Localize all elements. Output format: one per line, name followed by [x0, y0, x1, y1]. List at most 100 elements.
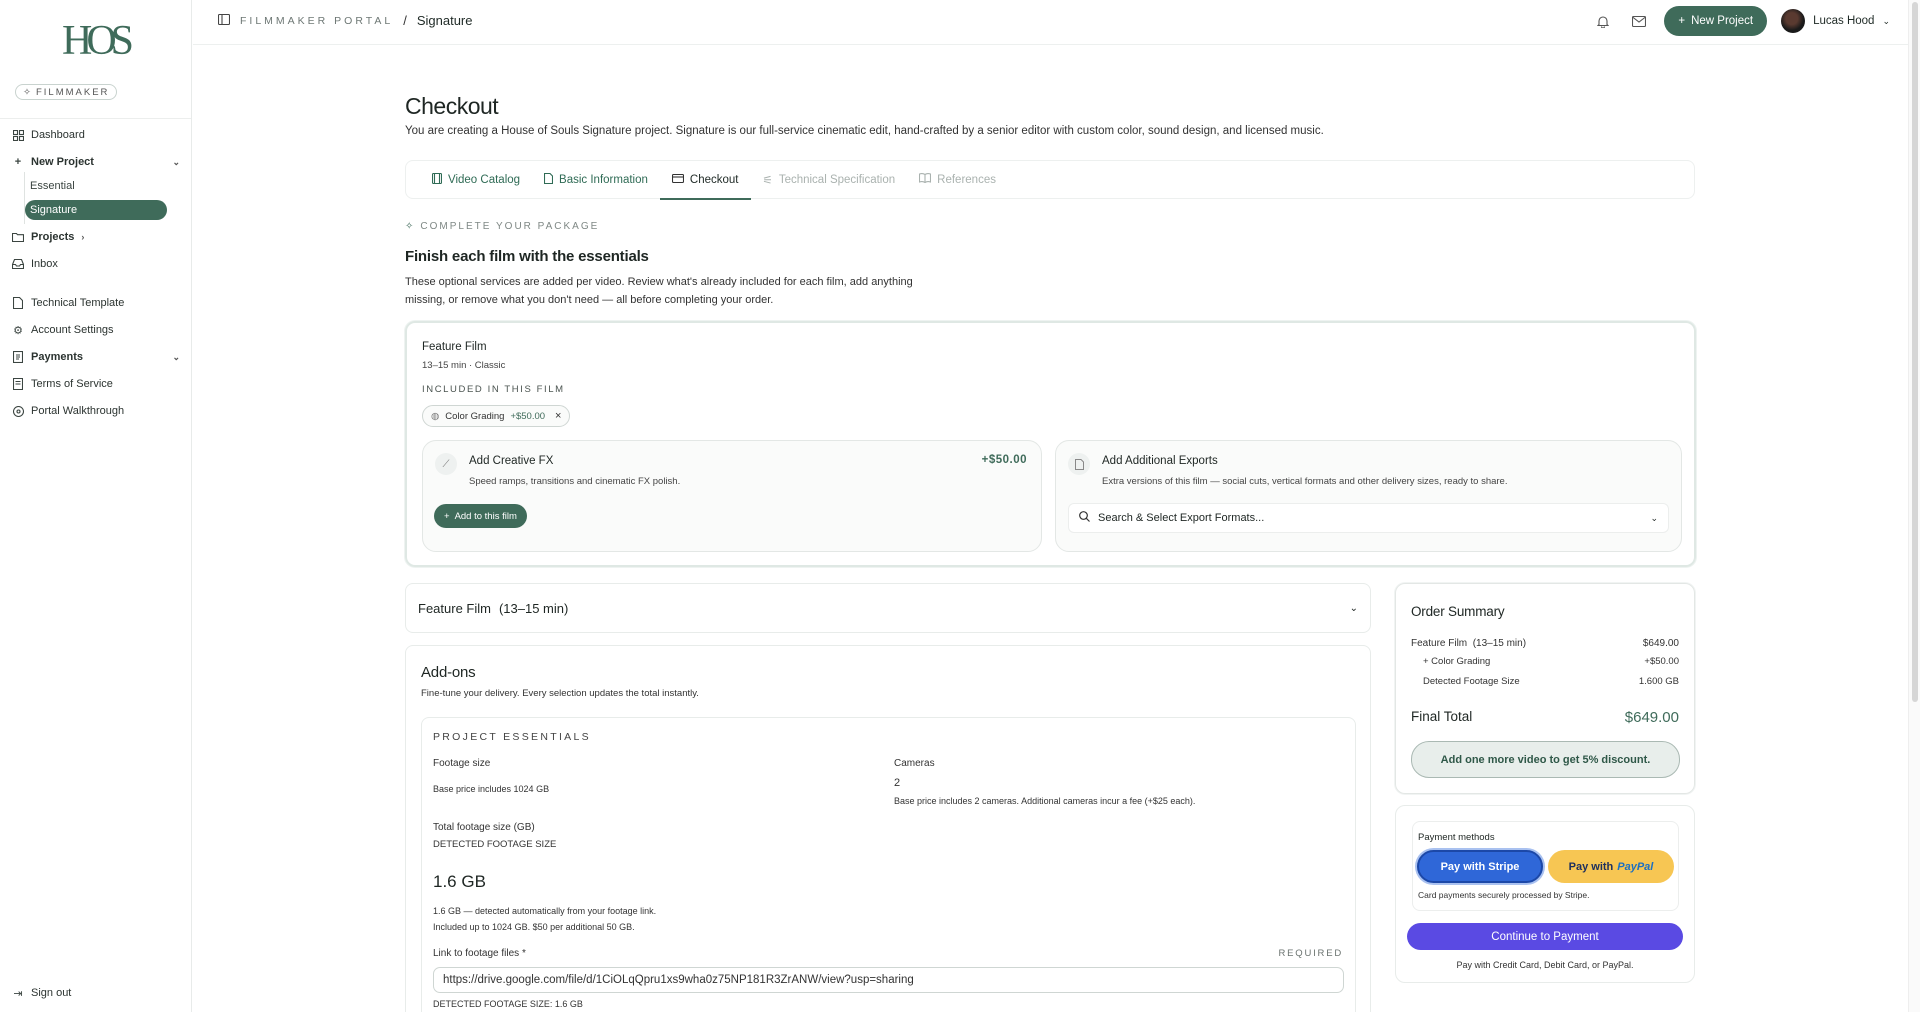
total-footage-label: Total footage size (GB) [433, 822, 535, 833]
scrollbar-thumb[interactable] [1912, 2, 1918, 702]
discount-button[interactable]: Add one more video to get 5% discount. [1411, 741, 1680, 778]
addons-description: Fine-tune your delivery. Every selection… [421, 688, 699, 699]
additional-exports-addon: Add Additional Exports Extra versions of… [1055, 440, 1682, 552]
tab-technical-specification[interactable]: ⚟ Technical Specification [751, 160, 908, 199]
creative-fx-addon: ⟋ Add Creative FX Speed ramps, transitio… [422, 440, 1042, 552]
footage-size-label: Footage size [433, 758, 491, 769]
sidebar-item-account-settings[interactable]: ⚙ Account Settings [12, 320, 180, 340]
section-description: These optional services are added per vi… [405, 276, 913, 306]
addon-description: Extra versions of this film — social cut… [1102, 476, 1508, 487]
step-tabs: Video Catalog Basic Information Checkout… [405, 160, 1695, 200]
mail-icon[interactable] [1628, 10, 1650, 32]
palette-icon: ◍ [431, 410, 440, 422]
new-project-button[interactable]: + New Project [1664, 6, 1768, 36]
detected-footage-label: DETECTED FOOTAGE SIZE [433, 839, 557, 850]
scrollbar[interactable] [1908, 0, 1920, 1012]
page-description: You are creating a House of Souls Signat… [405, 125, 1324, 137]
summary-row-color: + Color Grading +$50.00 [1423, 656, 1679, 667]
top-bar: FILMMAKER PORTAL / Signature + New Proje… [193, 0, 1910, 45]
film-meta: 13–15 min · Classic [422, 360, 506, 371]
sidebar-item-projects[interactable]: Projects › [12, 227, 180, 247]
search-icon [1079, 511, 1090, 525]
plus-icon: + [14, 156, 22, 168]
sidebar-item-new-project[interactable]: + New Project ⌄ [12, 152, 180, 172]
tab-video-catalog[interactable]: Video Catalog [420, 160, 532, 199]
section-title: Finish each film with the essentials [405, 248, 649, 265]
included-label: INCLUDED IN THIS FILM [422, 384, 565, 395]
continue-to-payment-button[interactable]: Continue to Payment [1407, 923, 1683, 950]
inbox-icon [12, 258, 24, 270]
chevron-down-icon: ⌄ [1650, 512, 1658, 523]
tab-basic-information[interactable]: Basic Information [532, 160, 660, 199]
plus-icon: + [1678, 15, 1686, 27]
receipt-icon [12, 351, 24, 363]
export-formats-select[interactable]: Search & Select Export Formats... ⌄ [1068, 503, 1669, 533]
gear-icon: ⚙ [13, 324, 23, 337]
chevron-down-icon[interactable]: ⌄ [172, 352, 180, 363]
addons-panel: Add-ons Fine-tune your delivery. Every s… [405, 645, 1371, 1012]
top-actions: + New Project Lucas Hood ⌄ [1592, 6, 1890, 36]
sign-out-button[interactable]: ⇥ Sign out [12, 983, 180, 1003]
section-kicker: ✧ COMPLETE YOUR PACKAGE [405, 221, 600, 232]
cameras-value[interactable]: 2 [894, 777, 900, 789]
required-badge: REQUIRED [1278, 948, 1343, 959]
payment-methods-label: Payment methods [1418, 832, 1495, 843]
sidebar-item-terms[interactable]: Terms of Service [12, 374, 180, 394]
breadcrumb-portal[interactable]: FILMMAKER PORTAL [240, 15, 393, 27]
chevron-right-icon[interactable]: › [81, 232, 84, 242]
folder-icon [12, 231, 24, 243]
sidebar-toggle-icon[interactable] [217, 13, 231, 28]
user-menu[interactable]: Lucas Hood ⌄ [1781, 9, 1890, 33]
avatar [1781, 9, 1806, 33]
grid-icon [12, 129, 24, 141]
chevron-down-icon: ⌄ [1882, 15, 1890, 26]
cameras-label: Cameras [894, 758, 935, 769]
addon-title: Add Creative FX [469, 455, 554, 467]
bell-icon[interactable] [1592, 10, 1614, 32]
essentials-kicker: PROJECT ESSENTIALS [433, 731, 591, 743]
pay-with-paypal-button[interactable]: Pay with PayPal [1548, 850, 1674, 883]
chevron-down-icon: ⌄ [1349, 602, 1358, 614]
sign-out-icon: ⇥ [13, 987, 23, 1000]
film-card: Feature Film 13–15 min · Classic INCLUDE… [405, 321, 1696, 567]
document-icon [12, 297, 24, 309]
chevron-down-icon[interactable]: ⌄ [172, 157, 180, 168]
magic-wand-icon: ⟋ [435, 453, 457, 475]
footage-size-note: Base price includes 1024 GB [433, 784, 550, 794]
addon-description: Speed ramps, transitions and cinematic F… [469, 476, 681, 487]
addons-title: Add-ons [421, 664, 476, 681]
tab-references[interactable]: References [907, 160, 1008, 199]
sidebar-item-dashboard[interactable]: Dashboard [12, 125, 180, 145]
sparkle-icon: ✧ [405, 221, 416, 232]
addon-title: Add Additional Exports [1102, 455, 1218, 467]
sidebar-item-payments[interactable]: Payments ⌄ [12, 347, 180, 367]
add-to-film-button[interactable]: + Add to this film [434, 504, 527, 528]
remove-icon[interactable]: × [555, 410, 561, 422]
film-name: Feature Film [422, 341, 487, 353]
included-chip-color-grading: ◍ Color Grading +$50.00 × [422, 405, 571, 427]
page-title: Checkout [405, 93, 499, 119]
tab-checkout[interactable]: Checkout [659, 160, 751, 200]
payment-methods: Payment methods Pay with Stripe Pay with… [1412, 821, 1679, 911]
footage-link-input[interactable]: https://drive.google.com/file/d/1CiOLqQp… [433, 967, 1344, 993]
detected-footage-value: 1.6 GB [433, 872, 486, 891]
addon-price: +$50.00 [981, 454, 1027, 466]
hos-logo[interactable]: HOS [55, 18, 135, 62]
sidebar-item-inbox[interactable]: Inbox [12, 254, 180, 274]
film-accordion[interactable]: Feature Film (13–15 min) ⌄ [405, 583, 1371, 633]
detected-note: 1.6 GB — detected automatically from you… [433, 906, 657, 916]
sidebar-subitem-signature[interactable]: Signature [25, 200, 167, 220]
document-icon [12, 378, 24, 390]
book-icon [919, 173, 932, 186]
submenu-line [24, 172, 25, 224]
sidebar: HOS ✧ FILMMAKER Dashboard + New Project … [0, 0, 192, 1012]
breadcrumb-current: Signature [416, 13, 473, 28]
pay-with-stripe-button[interactable]: Pay with Stripe [1417, 850, 1543, 883]
sliders-icon: ⚟ [762, 174, 773, 187]
sidebar-item-portal-walkthrough[interactable]: Portal Walkthrough [12, 401, 180, 421]
sidebar-subitem-essential[interactable]: Essential [25, 176, 167, 196]
sidebar-item-technical-template[interactable]: Technical Template [12, 293, 180, 313]
svg-text:HOS: HOS [62, 18, 132, 62]
breadcrumb: FILMMAKER PORTAL / Signature [217, 13, 473, 28]
footage-link-label: Link to footage files * [433, 948, 526, 959]
